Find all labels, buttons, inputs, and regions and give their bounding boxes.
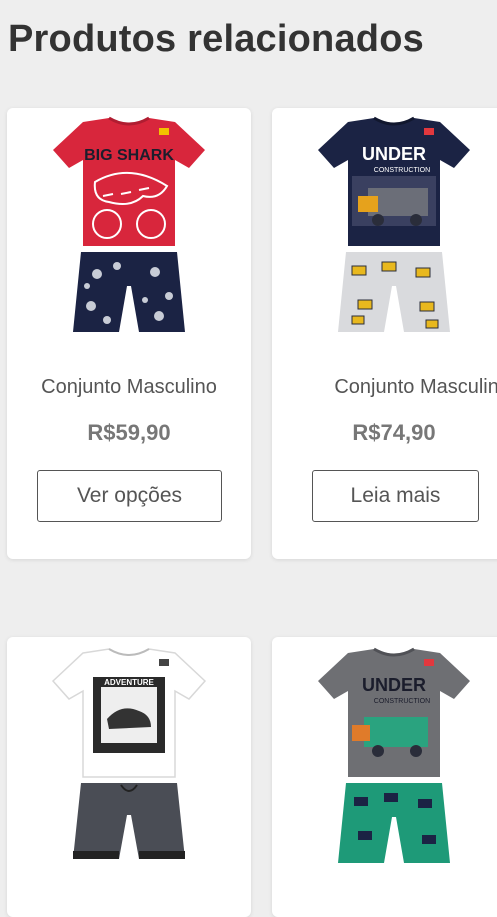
product-card[interactable]: UNDER CONSTRUCTION: [272, 637, 497, 917]
product-price: R$74,90: [352, 420, 436, 445]
product-image[interactable]: UNDER CONSTRUCTION: [312, 647, 476, 879]
read-more-button[interactable]: Leia mais: [312, 470, 479, 522]
product-image[interactable]: UNDER CONSTRUCTION: [312, 116, 476, 348]
svg-text:CONSTRUCTION: CONSTRUCTION: [374, 698, 430, 705]
view-options-button[interactable]: Ver opções: [37, 470, 222, 522]
product-card[interactable]: ADVENTURE: [7, 637, 251, 917]
svg-text:UNDER: UNDER: [362, 675, 426, 695]
svg-text:UNDER: UNDER: [362, 144, 426, 164]
svg-text:BIG SHARK: BIG SHARK: [84, 147, 174, 164]
svg-text:CONSTRUCTION: CONSTRUCTION: [374, 167, 430, 174]
product-card[interactable]: UNDER CONSTRUCTION Conjunto Masculino R$…: [272, 108, 497, 559]
product-name[interactable]: Conjunto Masculino: [272, 376, 497, 399]
svg-text:ADVENTURE: ADVENTURE: [104, 678, 154, 687]
product-image[interactable]: BIG SHARK: [47, 116, 211, 348]
product-card[interactable]: BIG SHARK Conjunto Masculino R$59,90 Ver…: [7, 108, 251, 559]
product-price: R$59,90: [87, 420, 171, 445]
product-name[interactable]: Conjunto Masculino: [7, 376, 251, 399]
section-title: Produtos relacionados: [8, 18, 424, 60]
product-image[interactable]: ADVENTURE: [47, 647, 211, 879]
